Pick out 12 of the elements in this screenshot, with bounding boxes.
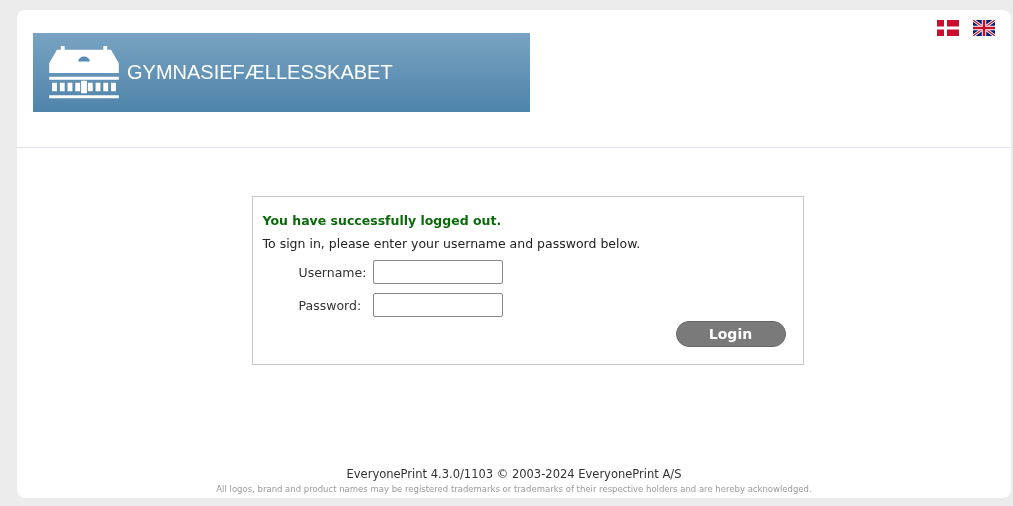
input-field[interactable]: [372, 293, 503, 317]
logout-message: You have successfully logged out.: [262, 213, 503, 228]
banner-title: GYMNASIEFÆLLESSKABET: [127, 61, 393, 84]
british-flag-icon[interactable]: [973, 20, 995, 36]
input-field[interactable]: [372, 260, 503, 284]
trademark-notice: All logos, brand and product names may be registered trademarks or trademarks of their respective holders and are hereby acknowledged.: [215, 484, 813, 494]
version-text: EveryonePrint 4.3.0/1103 © 2003-2024 EveryonePrint A/S: [345, 467, 683, 481]
login-button[interactable]: Login: [675, 321, 786, 347]
field-label: Username:: [298, 264, 368, 280]
danish-flag-icon[interactable]: [937, 20, 959, 36]
instructions-text: To sign in, please enter your username and password below.: [262, 236, 642, 251]
field-label: Password:: [298, 297, 363, 313]
